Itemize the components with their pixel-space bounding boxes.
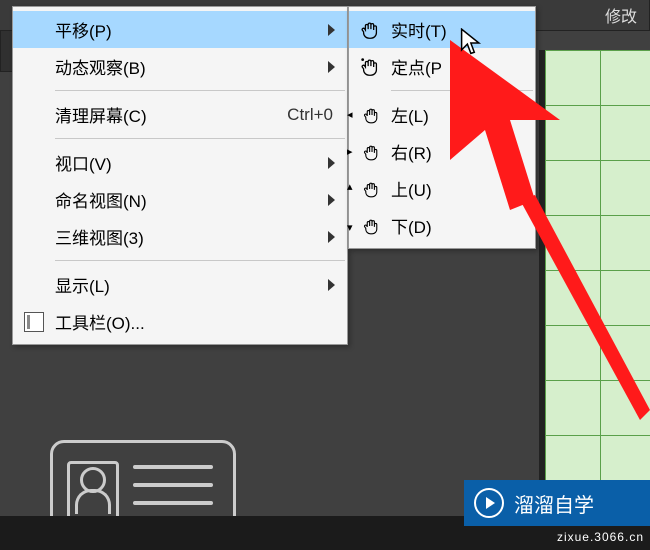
menu-item-display[interactable]: 显示(L): [13, 266, 347, 303]
drawing-canvas[interactable]: [545, 50, 650, 550]
menu-item-orbit[interactable]: 动态观察(B): [13, 48, 347, 85]
menu-item-named-views[interactable]: 命名视图(N): [13, 181, 347, 218]
submenu-arrow-icon: [328, 279, 335, 291]
submenu-item-up[interactable]: ▴ 上(U): [349, 170, 535, 207]
context-menu-main: 平移(P) 动态观察(B) 清理屏幕(C) Ctrl+0 视口(V) 命名视图(…: [12, 6, 348, 345]
submenu-item-down[interactable]: ▾ 下(D): [349, 207, 535, 244]
submenu-item-point[interactable]: 定点(P: [349, 48, 535, 85]
menu-separator: [55, 90, 345, 91]
watermark-url: zixue.3066.cn: [557, 530, 644, 544]
menu-separator: [55, 260, 345, 261]
menu-modify[interactable]: 修改: [593, 0, 650, 30]
hand-point-icon: [349, 56, 391, 78]
card-line: [133, 483, 213, 487]
menu-separator: [55, 138, 345, 139]
menu-item-toolbars[interactable]: 工具栏(O)...: [13, 303, 347, 340]
menu-item-clean-screen[interactable]: 清理屏幕(C) Ctrl+0: [13, 96, 347, 133]
card-line: [133, 501, 213, 505]
submenu-arrow-icon: [328, 231, 335, 243]
hand-icon: [349, 19, 391, 41]
card-line: [133, 465, 213, 469]
submenu-item-label: 下(D): [391, 213, 521, 238]
hand-down-icon: ▾: [349, 215, 391, 237]
menu-item-label: 命名视图(N): [55, 187, 333, 212]
menu-item-label: 动态观察(B): [55, 54, 333, 79]
submenu-arrow-icon: [328, 24, 335, 36]
submenu-arrow-icon: [328, 194, 335, 206]
watermark-banner: 溜溜自学: [464, 480, 650, 526]
submenu-arrow-icon: [328, 157, 335, 169]
submenu-item-label: 定点(P: [391, 54, 521, 79]
menu-item-label: 平移(P): [55, 17, 333, 42]
submenu-item-label: 上(U): [391, 176, 521, 201]
watermark-brand: 溜溜自学: [514, 489, 594, 518]
submenu-item-left[interactable]: ◂ 左(L): [349, 96, 535, 133]
submenu-arrow-icon: [328, 61, 335, 73]
menu-item-label: 显示(L): [55, 272, 333, 297]
avatar-body: [75, 489, 111, 514]
menu-item-label: 清理屏幕(C): [55, 102, 257, 127]
menu-modify-label: 修改: [605, 3, 637, 27]
hand-up-icon: ▴: [349, 178, 391, 200]
menu-item-shortcut: Ctrl+0: [287, 105, 333, 125]
submenu-item-label: 实时(T): [391, 17, 521, 42]
submenu-item-realtime[interactable]: 实时(T): [349, 11, 535, 48]
menu-separator: [391, 90, 533, 91]
submenu-item-label: 右(R): [391, 139, 521, 164]
menu-item-label: 三维视图(3): [55, 224, 333, 249]
menu-item-pan[interactable]: 平移(P): [13, 11, 347, 48]
menu-item-label: 视口(V): [55, 150, 333, 175]
toolbar-icon: [13, 312, 55, 332]
menu-item-3d-views[interactable]: 三维视图(3): [13, 218, 347, 255]
play-icon: [474, 488, 504, 518]
submenu-item-label: 左(L): [391, 102, 521, 127]
context-menu-pan-sub: 实时(T) 定点(P ◂ 左(L) ▸ 右(R) ▴ 上(U) ▾ 下(D): [348, 6, 536, 249]
hand-left-icon: ◂: [349, 104, 391, 126]
menu-item-label: 工具栏(O)...: [55, 309, 333, 334]
submenu-item-right[interactable]: ▸ 右(R): [349, 133, 535, 170]
menu-item-viewport[interactable]: 视口(V): [13, 144, 347, 181]
hand-right-icon: ▸: [349, 141, 391, 163]
